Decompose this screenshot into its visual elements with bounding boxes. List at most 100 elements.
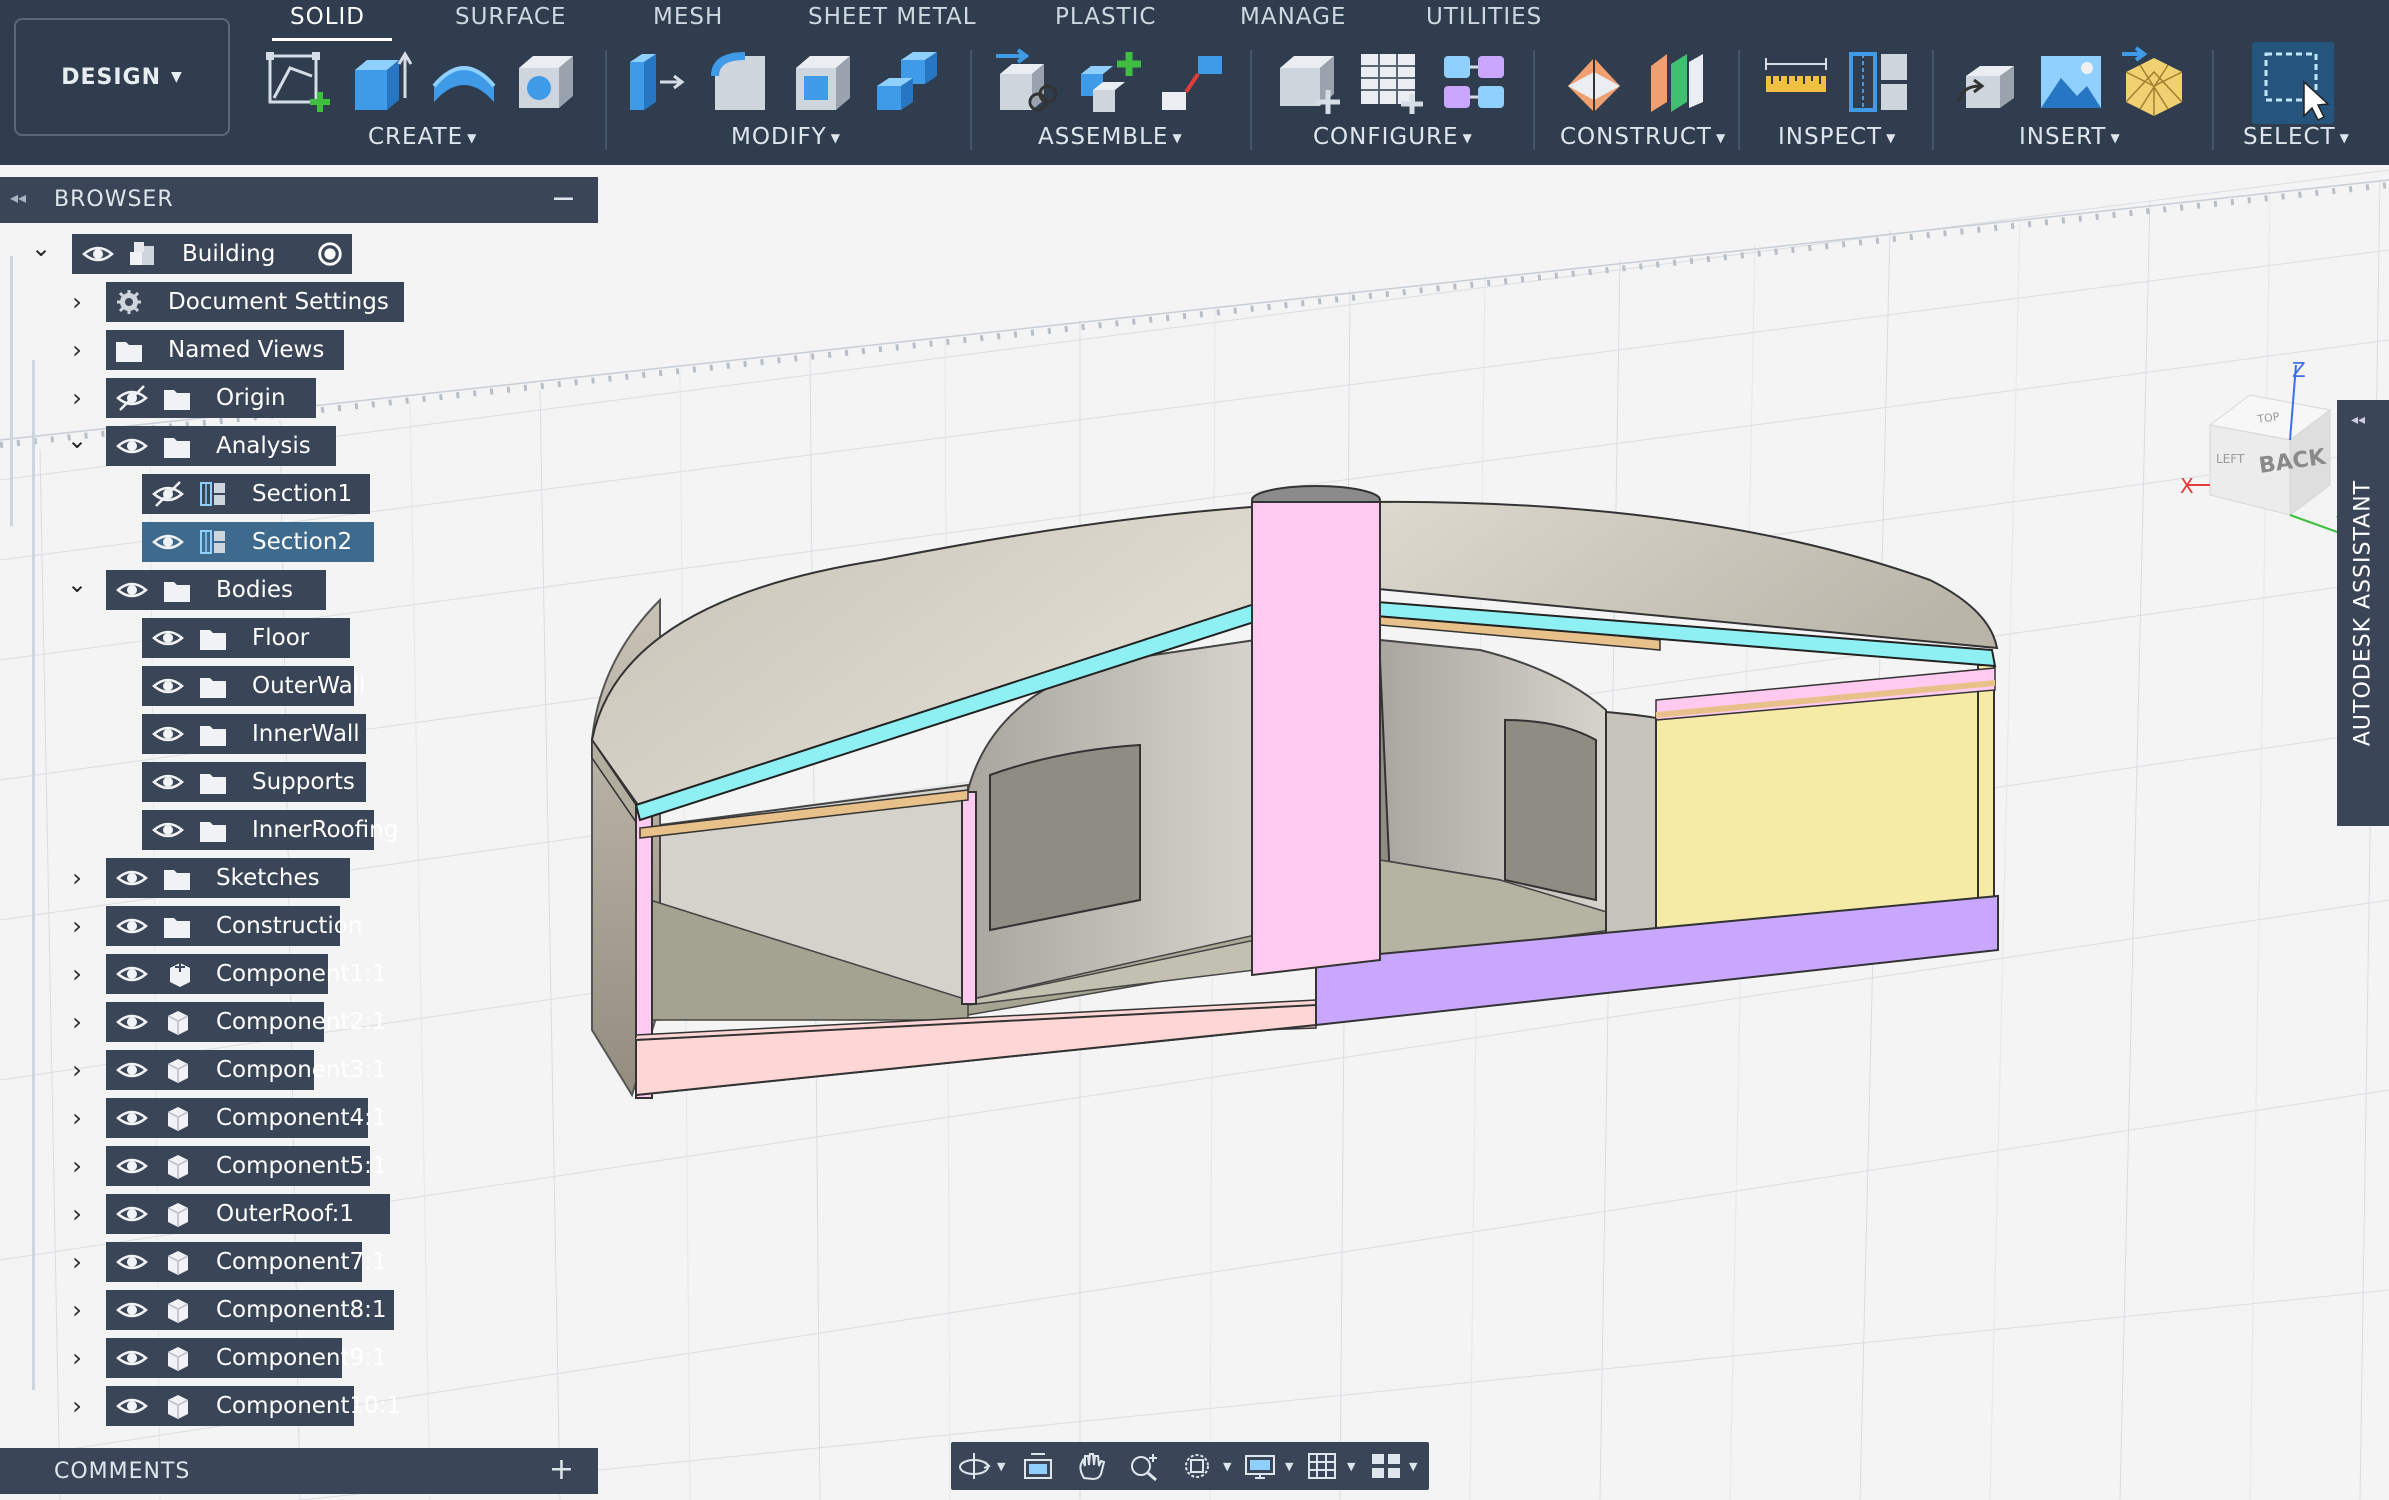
group-create[interactable]: CREATE ▼ bbox=[368, 124, 477, 150]
tab-solid[interactable]: SOLID bbox=[290, 4, 365, 30]
insert-derive-icon[interactable] bbox=[1952, 46, 2024, 118]
visibility-eye-icon[interactable] bbox=[114, 1390, 150, 1422]
add-comment-button[interactable]: + bbox=[549, 1452, 574, 1487]
display-settings-icon[interactable] bbox=[1243, 1450, 1277, 1482]
browser-node-pill[interactable]: Component1:1 bbox=[106, 954, 387, 994]
browser-node-pill[interactable]: Document Settings bbox=[106, 282, 404, 322]
browser-node-pill[interactable]: Analysis bbox=[106, 426, 336, 466]
browser-node-pill[interactable]: Building bbox=[72, 234, 352, 274]
chevron-right-icon[interactable]: › bbox=[64, 1146, 90, 1186]
visibility-eye-icon[interactable] bbox=[150, 670, 186, 702]
tab-sheet-metal[interactable]: SHEET METAL bbox=[808, 4, 977, 30]
combine-icon[interactable] bbox=[871, 46, 943, 118]
chevron-right-icon[interactable]: › bbox=[64, 378, 90, 418]
configuration-table-icon[interactable] bbox=[1355, 46, 1427, 118]
chevron-down-icon[interactable]: ⌄ bbox=[64, 426, 90, 466]
browser-node-pill[interactable]: Component9:1 bbox=[106, 1338, 387, 1378]
group-select[interactable]: SELECT ▼ bbox=[2243, 124, 2350, 150]
chevron-right-icon[interactable]: › bbox=[64, 1386, 90, 1426]
group-inspect[interactable]: INSPECT ▼ bbox=[1778, 124, 1896, 150]
chevron-right-icon[interactable]: › bbox=[64, 1338, 90, 1378]
browser-node-pill[interactable]: Construction bbox=[106, 906, 362, 946]
collapse-browser-icon[interactable]: ◂◂ bbox=[10, 188, 26, 207]
chevron-right-icon[interactable]: › bbox=[64, 1098, 90, 1138]
tab-mesh[interactable]: MESH bbox=[653, 4, 723, 30]
browser-node[interactable]: › Sketches bbox=[0, 854, 598, 902]
fit-icon[interactable] bbox=[1181, 1450, 1215, 1482]
visibility-eye-icon[interactable] bbox=[150, 766, 186, 798]
browser-node[interactable]: Section2 bbox=[0, 518, 598, 566]
browser-node-pill[interactable]: Floor bbox=[142, 618, 350, 658]
create-sketch-icon[interactable] bbox=[262, 46, 334, 118]
browser-node[interactable]: › Named Views bbox=[0, 326, 598, 374]
grid-settings-icon[interactable] bbox=[1305, 1450, 1339, 1482]
group-configure[interactable]: CONFIGURE ▼ bbox=[1313, 124, 1473, 150]
look-at-icon[interactable] bbox=[1021, 1450, 1055, 1482]
pan-hand-icon[interactable] bbox=[1075, 1450, 1109, 1482]
viewports-icon[interactable] bbox=[1369, 1450, 1403, 1482]
browser-node-pill[interactable]: OuterWall bbox=[142, 666, 365, 706]
browser-node-pill[interactable]: Component10:1 bbox=[106, 1386, 401, 1426]
browser-node[interactable]: › Document Settings bbox=[0, 278, 598, 326]
visibility-eye-icon[interactable] bbox=[114, 910, 150, 942]
hidden-eye-icon[interactable] bbox=[150, 478, 186, 510]
browser-node[interactable]: ⌄ Building bbox=[0, 230, 598, 278]
workspace-switcher[interactable]: DESIGN ▼ bbox=[14, 18, 230, 136]
joint-icon[interactable] bbox=[1073, 46, 1145, 118]
as-built-joint-icon[interactable] bbox=[1156, 46, 1228, 118]
browser-node-pill[interactable]: Component5:1 bbox=[106, 1146, 387, 1186]
autodesk-assistant-panel[interactable]: ◂◂ AUTODESK ASSISTANT bbox=[2337, 400, 2389, 826]
group-insert[interactable]: INSERT ▼ bbox=[2019, 124, 2121, 150]
orbit-options-caret[interactable]: ▼ bbox=[997, 1460, 1005, 1473]
select-tool-button[interactable] bbox=[2252, 42, 2334, 124]
chevron-right-icon[interactable]: › bbox=[64, 1002, 90, 1042]
chevron-right-icon[interactable]: › bbox=[64, 1050, 90, 1090]
new-component-icon[interactable] bbox=[990, 46, 1062, 118]
browser-node[interactable]: OuterWall bbox=[0, 662, 598, 710]
grid-options-caret[interactable]: ▼ bbox=[1347, 1460, 1355, 1473]
visibility-eye-icon[interactable] bbox=[114, 958, 150, 990]
visibility-eye-icon[interactable] bbox=[114, 1150, 150, 1182]
browser-node-pill[interactable]: InnerWall bbox=[142, 714, 366, 754]
canvas-image-icon[interactable] bbox=[2035, 46, 2107, 118]
chevron-right-icon[interactable]: › bbox=[64, 1242, 90, 1282]
chevron-right-icon[interactable]: › bbox=[64, 954, 90, 994]
browser-node-pill[interactable]: Bodies bbox=[106, 570, 326, 610]
viewports-options-caret[interactable]: ▼ bbox=[1409, 1460, 1417, 1473]
hole-icon[interactable] bbox=[511, 46, 583, 118]
browser-node[interactable]: ⌄ Analysis bbox=[0, 422, 598, 470]
browser-node-pill[interactable]: OuterRoof:1 bbox=[106, 1194, 390, 1234]
zoom-options-caret[interactable]: ▼ bbox=[1223, 1460, 1231, 1473]
visibility-eye-icon[interactable] bbox=[150, 814, 186, 846]
browser-node[interactable]: › Component9:1 bbox=[0, 1334, 598, 1382]
revolve-icon[interactable] bbox=[428, 46, 500, 118]
shell-icon[interactable] bbox=[788, 46, 860, 118]
browser-node-pill[interactable]: Section2 bbox=[142, 522, 374, 562]
visibility-eye-icon[interactable] bbox=[150, 526, 186, 558]
visibility-eye-icon[interactable] bbox=[114, 574, 150, 606]
browser-node[interactable]: › Component8:1 bbox=[0, 1286, 598, 1334]
browser-node[interactable]: › Component3:1 bbox=[0, 1046, 598, 1094]
browser-node-pill[interactable]: Component4:1 bbox=[106, 1098, 387, 1138]
browser-node[interactable]: › Component10:1 bbox=[0, 1382, 598, 1430]
chevron-right-icon[interactable]: › bbox=[64, 906, 90, 946]
browser-node[interactable]: Floor bbox=[0, 614, 598, 662]
chevron-down-icon[interactable]: ⌄ bbox=[64, 570, 90, 610]
visibility-eye-icon[interactable] bbox=[114, 1102, 150, 1134]
chevron-right-icon[interactable]: › bbox=[64, 858, 90, 898]
group-construct[interactable]: CONSTRUCT ▼ bbox=[1560, 124, 1726, 150]
browser-node[interactable]: Section1 bbox=[0, 470, 598, 518]
chevron-down-icon[interactable]: ⌄ bbox=[28, 234, 54, 274]
insert-mesh-icon[interactable] bbox=[2118, 46, 2190, 118]
visibility-eye-icon[interactable] bbox=[114, 1054, 150, 1086]
browser-node[interactable]: ⌄ Bodies bbox=[0, 566, 598, 614]
tab-manage[interactable]: MANAGE bbox=[1240, 4, 1346, 30]
activate-component-radio-icon[interactable] bbox=[316, 240, 344, 268]
browser-node-pill[interactable]: InnerRoofing bbox=[142, 810, 398, 850]
browser-node[interactable]: Supports bbox=[0, 758, 598, 806]
chevron-right-icon[interactable]: › bbox=[64, 282, 90, 322]
hidden-eye-icon[interactable] bbox=[114, 382, 150, 414]
browser-node-pill[interactable]: Component2:1 bbox=[106, 1002, 387, 1042]
zoom-icon[interactable] bbox=[1127, 1450, 1161, 1482]
browser-node[interactable]: › Construction bbox=[0, 902, 598, 950]
